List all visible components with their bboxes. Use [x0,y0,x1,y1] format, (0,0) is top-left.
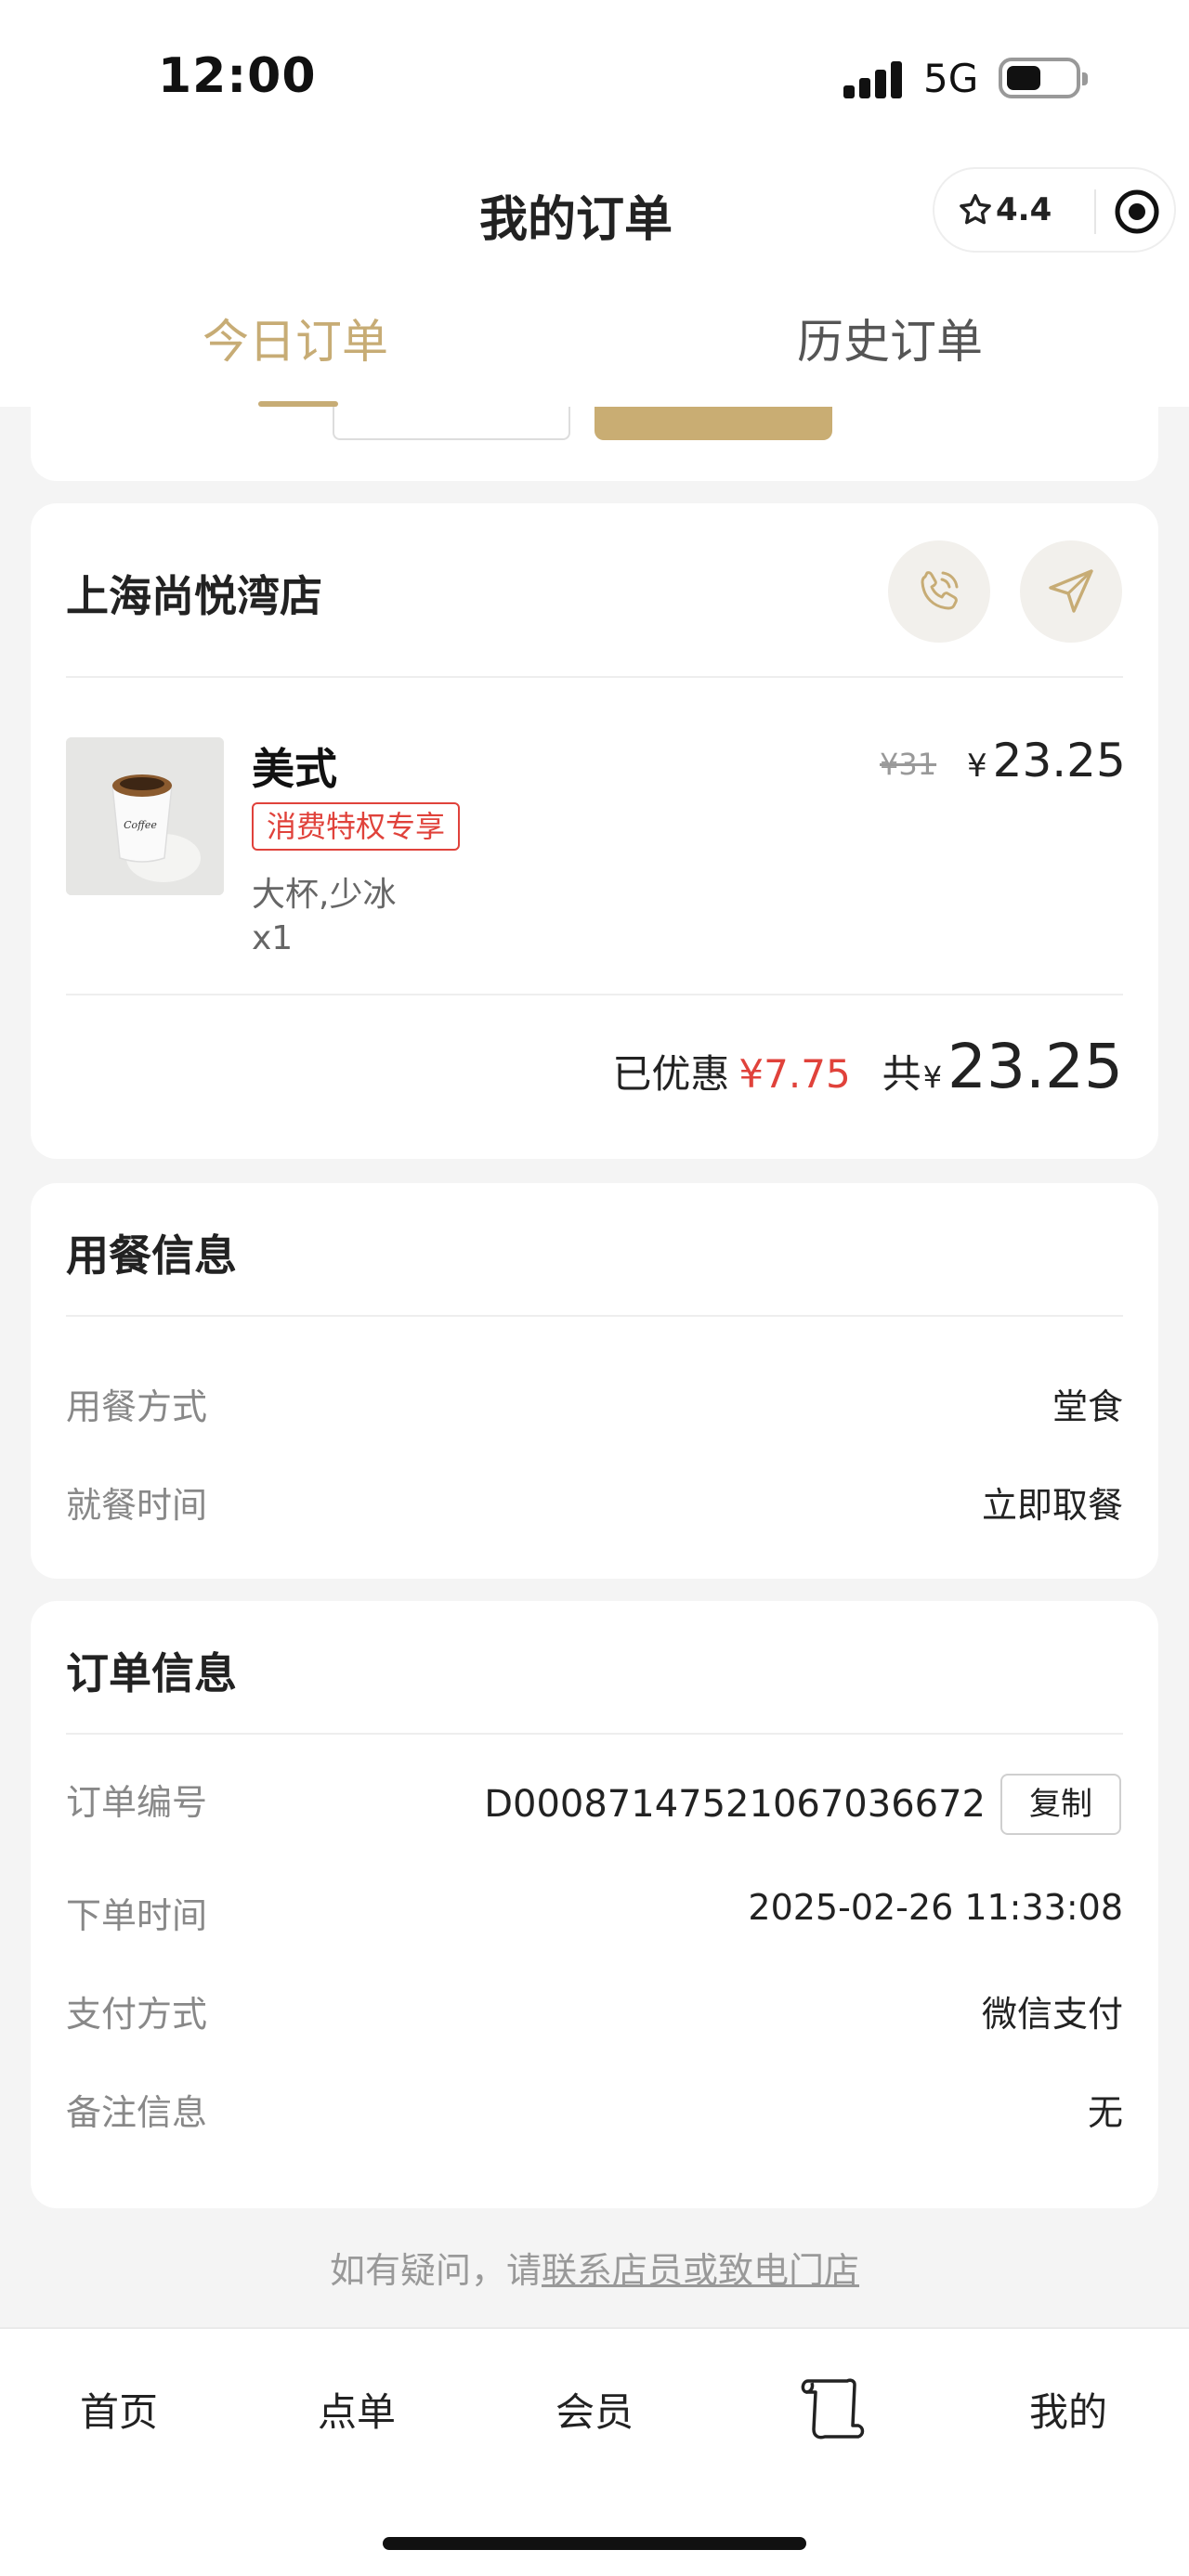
scroll-icon[interactable] [795,2372,869,2446]
divider [66,994,1123,995]
product-image: Coffee [66,737,224,895]
dining-info-card: 用餐信息 用餐方式 堂食 就餐时间 立即取餐 [31,1183,1158,1579]
help-text: 如有疑问，请联系店员或致电门店 [0,2242,1189,2293]
help-prefix: 如有疑问，请 [329,2250,542,2291]
rating-value[interactable]: 4.4 [996,191,1052,228]
close-target-icon[interactable] [1113,188,1161,236]
order-time-label: 下单时间 [66,1895,208,1936]
currency-symbol: ¥ [967,748,987,785]
tab-today-orders[interactable]: 今日订单 [203,305,388,371]
discount-amount: ¥7.75 [738,1051,851,1097]
bottom-tab-bar: 首页 点单 会员 我的 [0,2327,1189,2576]
section-title: 用餐信息 [66,1230,237,1281]
network-type: 5G [923,56,979,101]
order-summary: 已优惠 ¥7.75 共¥23.25 [612,1031,1123,1102]
product-price-value: 23.25 [992,734,1126,787]
divider [66,1315,1123,1317]
product-name: 美式 [252,744,337,794]
remark-value: 无 [1087,2092,1123,2133]
divider [66,676,1123,678]
original-price: ¥31 [880,747,937,782]
nav-order[interactable]: 点单 [318,2381,396,2438]
nav-home[interactable]: 首页 [80,2381,158,2438]
discount-label: 已优惠 [612,1051,730,1097]
header: 12:00 5G 我的订单 4.4 今日订单 历史订单 [0,0,1189,407]
total-label: 共 [882,1051,921,1097]
total-currency: ¥ [922,1060,943,1095]
dining-time-label: 就餐时间 [66,1485,208,1526]
product-price: ¥23.25 [967,734,1126,787]
svg-text:Coffee: Coffee [124,819,157,831]
nav-mine[interactable]: 我的 [1029,2381,1107,2438]
order-number-label: 订单编号 [66,1782,208,1823]
signal-icon [843,61,903,98]
phone-icon [921,571,959,610]
order-info-card: 订单信息 订单编号 D0008714752106703667​2 复制 下单时间… [31,1601,1158,2208]
mini-program-capsule: 4.4 [933,167,1176,253]
nav-member[interactable]: 会员 [555,2381,634,2438]
dining-method-label: 用餐方式 [66,1386,208,1427]
order-time-value: 2025-02-26 11:33:08 [748,1887,1123,1928]
dining-method-value: 堂食 [1052,1386,1123,1427]
status-time: 12:00 [158,48,317,104]
store-order-card: 上海尚悦湾店 Coffee 美式 消费特权专享 大杯,少冰 x1 ¥31 ¥ 2… [31,503,1158,1159]
outline-button-edge[interactable] [333,407,570,440]
copy-button[interactable]: 复制 [1000,1774,1121,1835]
contact-store-link[interactable]: 联系店员或致电门店 [542,2250,859,2291]
product-quantity: x1 [252,919,294,957]
product-spec: 大杯,少冰 [252,876,397,914]
order-number-value: D0008714752106703667​2 [484,1783,986,1826]
star-icon[interactable] [957,191,994,228]
navigate-store-button[interactable] [1020,540,1122,643]
capsule-divider [1094,189,1096,234]
gold-button-edge[interactable] [594,407,832,440]
total-amount: 23.25 [947,1031,1123,1102]
remark-label: 备注信息 [66,2092,208,2133]
section-title: 订单信息 [66,1648,237,1698]
tab-history-orders[interactable]: 历史订单 [797,305,983,371]
home-indicator [383,2537,806,2550]
battery-icon [999,58,1088,98]
payment-method-value: 微信支付 [981,1994,1123,2035]
payment-method-label: 支付方式 [66,1994,208,2035]
order-detail-page: 12:00 5G 我的订单 4.4 今日订单 历史订单 上海尚悦湾店 Coffe… [0,0,1189,2576]
active-tab-indicator [258,401,338,407]
dining-time-value: 立即取餐 [981,1485,1123,1526]
privilege-badge: 消费特权专享 [252,802,461,851]
navigate-icon [1049,569,1093,613]
divider [66,1733,1123,1735]
status-bar: 12:00 5G [0,0,1189,158]
call-store-button[interactable] [888,540,990,643]
store-name: 上海尚悦湾店 [66,571,322,621]
